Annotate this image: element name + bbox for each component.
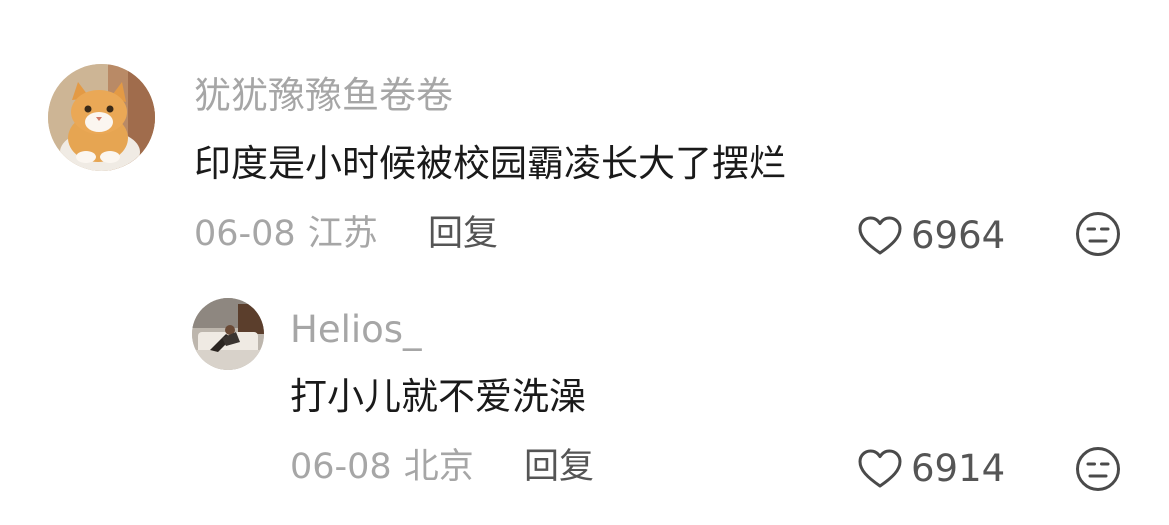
comment-meta: 06-08 江苏 [194, 212, 378, 256]
orange-cat-avatar-icon [48, 64, 155, 171]
comment-location: 江苏 [307, 214, 378, 254]
heart-icon [858, 216, 902, 255]
meh-face-icon [1076, 212, 1120, 256]
like-count: 6964 [911, 214, 1006, 257]
user-avatar[interactable] [192, 298, 264, 370]
comment-username[interactable]: 犹犹豫豫鱼卷卷 [194, 74, 453, 118]
comment-item: 犹犹豫豫鱼卷卷 印度是小时候被校园霸凌长大了摆烂 06-08 江苏 回复 6964 [0, 0, 1169, 270]
person-on-sofa-avatar-icon [192, 298, 264, 370]
meh-face-icon [1076, 447, 1120, 491]
reply-comment-item: Helios_ 打小儿就不爱洗澡 06-08 北京 回复 6914 [0, 270, 1169, 525]
comment-text: 打小儿就不爱洗澡 [290, 375, 586, 418]
comment-location: 北京 [403, 447, 474, 487]
reply-button[interactable]: 回复 [428, 212, 498, 256]
like-button[interactable]: 6964 [857, 214, 1005, 258]
comment-meta: 06-08 北京 [290, 445, 474, 489]
heart-icon [858, 449, 902, 488]
like-count: 6914 [911, 447, 1006, 490]
dislike-button[interactable] [1075, 211, 1121, 257]
user-avatar[interactable] [48, 64, 155, 171]
like-button[interactable]: 6914 [857, 447, 1005, 491]
dislike-button[interactable] [1075, 446, 1121, 492]
reply-button[interactable]: 回复 [524, 445, 594, 489]
comment-username[interactable]: Helios_ [290, 308, 422, 352]
comment-date: 06-08 [290, 447, 392, 487]
comment-text: 印度是小时候被校园霸凌长大了摆烂 [194, 142, 786, 185]
comment-date: 06-08 [194, 214, 296, 254]
